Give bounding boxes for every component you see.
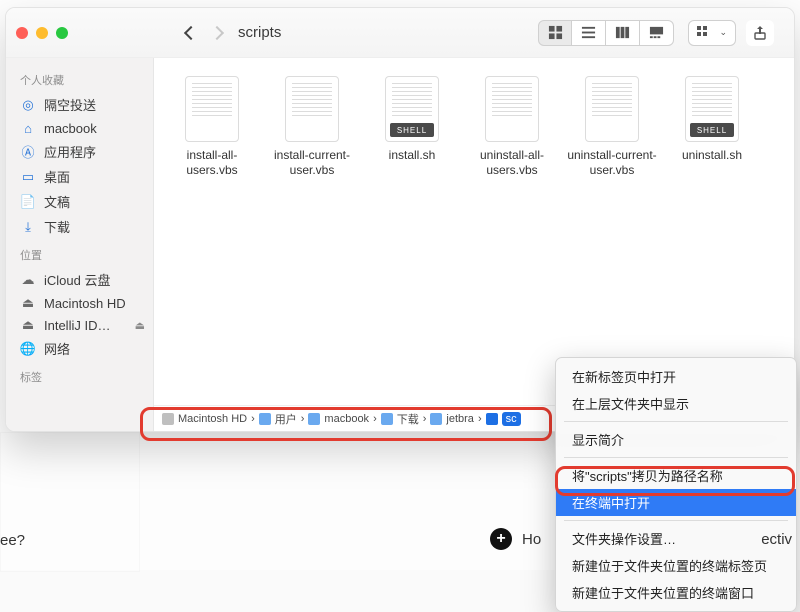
file-name: install.sh	[389, 148, 436, 163]
plus-icon[interactable]: +	[490, 528, 512, 550]
toolbar: scripts ⌄	[6, 8, 794, 58]
sidebar-item-label: 文稿	[44, 192, 145, 211]
sidebar-section-label: 位置	[6, 239, 153, 267]
context-menu-item[interactable]: 显示简介	[556, 426, 796, 453]
disk-icon: ⏏	[20, 295, 36, 311]
desktop-icon: ▭	[20, 169, 36, 185]
file-item[interactable]: SHELL install.sh	[362, 76, 462, 178]
file-grid[interactable]: install-all-users.vbsinstall-current-use…	[154, 58, 794, 405]
annotation-highlight	[140, 407, 552, 441]
cloud-icon: ☁	[20, 272, 36, 288]
back-button[interactable]	[178, 18, 204, 48]
file-item[interactable]: uninstall-current-user.vbs	[562, 76, 662, 178]
file-icon	[485, 76, 539, 142]
close-icon[interactable]	[16, 27, 28, 39]
sidebar-item[interactable]: ◎ 隔空投送	[6, 92, 153, 117]
window-title: scripts	[238, 24, 538, 41]
sidebar-item[interactable]: ☁ iCloud 云盘	[6, 267, 153, 292]
sidebar-item[interactable]: 📄 文稿	[6, 189, 153, 214]
downloads-icon: ⤓	[20, 219, 36, 235]
group-by-button[interactable]: ⌄	[688, 20, 736, 46]
home-icon: ⌂	[20, 120, 36, 136]
window-controls	[16, 27, 68, 39]
forward-button[interactable]	[204, 18, 230, 48]
file-item[interactable]: install-all-users.vbs	[162, 76, 262, 178]
menu-separator	[564, 457, 788, 458]
context-menu-item[interactable]: 在上层文件夹中显示	[556, 390, 796, 417]
sidebar-item-label: 隔空投送	[44, 95, 145, 114]
file-name: uninstall-current-user.vbs	[564, 148, 660, 178]
sidebar-item[interactable]: ⏏ IntelliJ ID… ⏏	[6, 314, 153, 336]
minimize-icon[interactable]	[36, 27, 48, 39]
globe-icon: 🌐	[20, 341, 36, 357]
sidebar-item-label: Macintosh HD	[44, 296, 145, 311]
context-menu-item[interactable]: 新建位于文件夹位置的终端标签页	[556, 552, 796, 579]
file-name: uninstall-all-users.vbs	[464, 148, 560, 178]
chevron-down-icon: ⌄	[719, 27, 727, 38]
disk-icon: ⏏	[20, 317, 36, 333]
view-gallery-icon[interactable]	[640, 20, 674, 46]
file-icon: SHELL	[685, 76, 739, 142]
share-button[interactable]	[746, 20, 774, 46]
zoom-icon[interactable]	[56, 27, 68, 39]
file-item[interactable]: install-current-user.vbs	[262, 76, 362, 178]
sidebar-item-label: macbook	[44, 121, 145, 136]
sidebar-section-label: 标签	[6, 361, 153, 389]
view-switcher	[538, 20, 674, 46]
file-item[interactable]: uninstall-all-users.vbs	[462, 76, 562, 178]
background-text: + Ho ectiv	[490, 528, 792, 550]
apps-icon: Ⓐ	[20, 144, 36, 160]
sidebar: 个人收藏 ◎ 隔空投送 ⌂ macbook Ⓐ 应用程序 ▭ 桌面 📄 文稿 ⤓ 下载位置 ☁ iCloud…	[6, 58, 154, 431]
airdrop-icon: ◎	[20, 97, 36, 113]
file-name: install-current-user.vbs	[264, 148, 360, 178]
docs-icon: 📄	[20, 194, 36, 210]
sidebar-item-label: IntelliJ ID…	[44, 318, 127, 333]
sidebar-item[interactable]: ▭ 桌面	[6, 164, 153, 189]
context-menu-item[interactable]: 新建位于文件夹位置的终端窗口	[556, 579, 796, 606]
file-name: uninstall.sh	[682, 148, 742, 163]
menu-separator	[564, 421, 788, 422]
sidebar-item[interactable]: Ⓐ 应用程序	[6, 139, 153, 164]
sidebar-item-label: 网络	[44, 339, 145, 358]
view-icon-grid[interactable]	[538, 20, 572, 46]
file-icon: SHELL	[385, 76, 439, 142]
file-name: install-all-users.vbs	[164, 148, 260, 178]
file-icon	[185, 76, 239, 142]
eject-icon[interactable]: ⏏	[135, 319, 145, 332]
file-icon	[285, 76, 339, 142]
annotation-highlight	[555, 466, 795, 496]
file-item[interactable]: SHELL uninstall.sh	[662, 76, 762, 178]
sidebar-section-label: 个人收藏	[6, 64, 153, 92]
sidebar-item-label: 桌面	[44, 167, 145, 186]
sidebar-item-label: iCloud 云盘	[44, 270, 145, 289]
menu-separator	[564, 520, 788, 521]
sidebar-item-label: 下载	[44, 217, 145, 236]
view-columns-icon[interactable]	[606, 20, 640, 46]
sidebar-item[interactable]: 🌐 网络	[6, 336, 153, 361]
sidebar-item[interactable]: ⤓ 下载	[6, 214, 153, 239]
view-list-icon[interactable]	[572, 20, 606, 46]
sidebar-item-label: 应用程序	[44, 142, 145, 161]
context-menu-item[interactable]: 在新标签页中打开	[556, 363, 796, 390]
sidebar-item[interactable]: ⏏ Macintosh HD	[6, 292, 153, 314]
background-text: ee?	[0, 532, 25, 549]
sidebar-item[interactable]: ⌂ macbook	[6, 117, 153, 139]
file-icon	[585, 76, 639, 142]
